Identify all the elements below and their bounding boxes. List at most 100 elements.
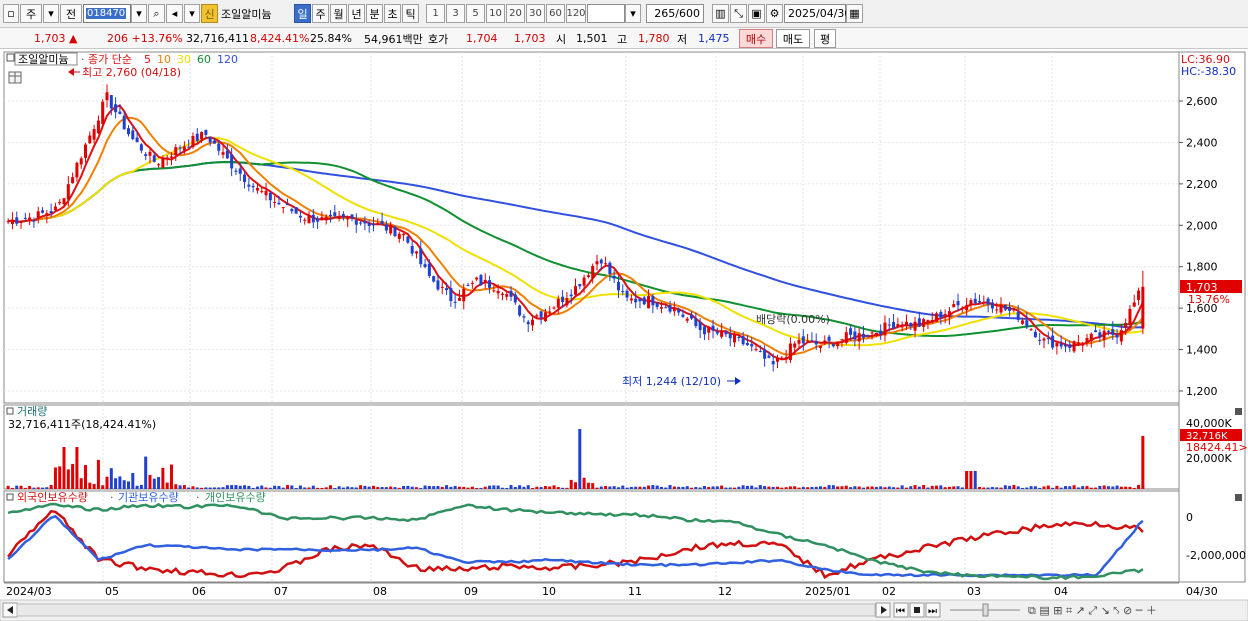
volume-bar: [604, 486, 608, 489]
candle-body: [466, 284, 470, 286]
volume-bar: [1051, 487, 1055, 489]
volume-bar: [578, 429, 582, 489]
candle-body: [784, 357, 788, 359]
calendar-icon[interactable]: ▦: [846, 4, 863, 23]
interval-button-10[interactable]: 10: [486, 4, 505, 23]
holdings-close-icon[interactable]: [1235, 494, 1242, 501]
buy-button[interactable]: 매수: [739, 29, 773, 48]
volume-bar: [225, 485, 229, 489]
period-tab-3[interactable]: 년: [348, 4, 365, 23]
candle-body: [1094, 330, 1098, 333]
chart-type-icon[interactable]: ▥: [712, 4, 729, 23]
volume-bar: [191, 486, 195, 489]
candle-body: [836, 341, 840, 347]
even-button[interactable]: 평: [814, 29, 836, 48]
date-input[interactable]: 2025/04/30: [784, 4, 851, 23]
volume-bar: [479, 487, 483, 489]
volume-bar: [1055, 485, 1059, 489]
candle-body: [960, 308, 964, 310]
chart-area[interactable]: 2,6002,4002,2002,0001,8001,6001,4001,200…: [0, 50, 1248, 621]
interval-button-60[interactable]: 60: [546, 4, 565, 23]
candle-body: [818, 345, 822, 348]
candle-body: [1012, 309, 1016, 311]
window-icon[interactable]: ▫: [3, 4, 19, 23]
period-tab-0[interactable]: 일: [294, 4, 311, 23]
candle-body: [423, 264, 427, 268]
volume-bar: [71, 463, 75, 489]
volume-close-icon[interactable]: [1235, 408, 1242, 415]
prev-button[interactable]: 전: [60, 4, 82, 23]
candle-body: [1046, 337, 1050, 339]
volume-bar: [956, 486, 960, 489]
period-tab-1[interactable]: 주: [312, 4, 329, 23]
volume-bar: [608, 486, 612, 489]
volume-bar: [1033, 486, 1037, 489]
candle-body: [105, 92, 109, 101]
bottom-tool-icons[interactable]: ⧉ ▤ ⊞ ⌗ ↗ ⤢ ↘ ⤣ ⊘ ─ ＋: [1028, 604, 1157, 617]
volume-bar: [414, 487, 418, 489]
candle-body: [406, 236, 410, 243]
period-tab-2[interactable]: 월: [330, 4, 347, 23]
volume-bar: [281, 487, 285, 489]
sell-button[interactable]: 매도: [776, 29, 810, 48]
volume-bar: [1025, 487, 1029, 489]
volume-bar: [1059, 487, 1063, 489]
candle-body: [101, 101, 105, 124]
candle-body: [10, 219, 14, 225]
volume-bar: [810, 486, 814, 489]
candle-body: [148, 151, 152, 156]
price-tick-1: 2,400: [1186, 136, 1218, 149]
search-icon[interactable]: ⌕: [148, 4, 165, 23]
period-tab-4[interactable]: 분: [366, 4, 383, 23]
stock-code-input[interactable]: 018470: [83, 4, 131, 23]
code-dropdown-icon[interactable]: ▾: [131, 4, 147, 23]
interval-input[interactable]: [587, 4, 625, 23]
candle-body: [200, 132, 204, 140]
interval-button-120[interactable]: 120: [566, 4, 586, 23]
candle-body: [1016, 312, 1020, 320]
candle-body: [475, 277, 479, 280]
volume-bar: [363, 485, 367, 489]
candle-body: [457, 297, 461, 301]
candle-body: [647, 295, 651, 309]
zoom-slider-thumb[interactable]: [982, 603, 989, 617]
volume-bar: [354, 487, 358, 489]
save-icon[interactable]: ▣: [748, 4, 765, 23]
candle-body: [548, 311, 552, 313]
volume-bar: [655, 485, 659, 489]
interval-dropdown-icon[interactable]: ▾: [625, 4, 641, 23]
volume-bar: [522, 486, 526, 489]
hc-label: HC:-38.30: [1181, 65, 1236, 78]
candle-body: [453, 301, 457, 303]
type-select[interactable]: 주: [20, 4, 42, 23]
scrollbar-track[interactable]: [16, 603, 876, 617]
interval-button-20[interactable]: 20: [506, 4, 525, 23]
interval-button-30[interactable]: 30: [526, 4, 545, 23]
volume-bar: [827, 485, 831, 489]
volume-bar: [449, 486, 453, 489]
interval-button-3[interactable]: 3: [446, 4, 465, 23]
low-value: 1,475: [698, 32, 730, 45]
period-tab-5[interactable]: 초: [384, 4, 401, 23]
candle-body: [1132, 302, 1136, 307]
gear-icon[interactable]: ⚙: [766, 4, 783, 23]
candle-body: [1059, 343, 1063, 347]
draw-tool-icon[interactable]: ⤡: [730, 4, 747, 23]
candle-body: [96, 120, 100, 134]
period-tab-6[interactable]: 틱: [402, 4, 419, 23]
volume-bar: [793, 486, 797, 489]
speaker-icon[interactable]: ◂: [166, 4, 183, 23]
volume-bar: [1106, 486, 1110, 489]
dropdown-icon[interactable]: ▾: [43, 4, 59, 23]
candle-body: [290, 209, 294, 212]
candle-body: [389, 224, 393, 234]
volume-bar: [406, 485, 410, 489]
interval-button-5[interactable]: 5: [466, 4, 485, 23]
interval-button-1[interactable]: 1: [426, 4, 445, 23]
candle-body: [750, 344, 754, 347]
volume-bar: [1098, 485, 1102, 489]
speaker-dropdown-icon[interactable]: ▾: [184, 4, 200, 23]
count-input[interactable]: 265/600: [646, 4, 704, 23]
candle-body: [492, 290, 496, 292]
volume-bar: [565, 487, 569, 489]
